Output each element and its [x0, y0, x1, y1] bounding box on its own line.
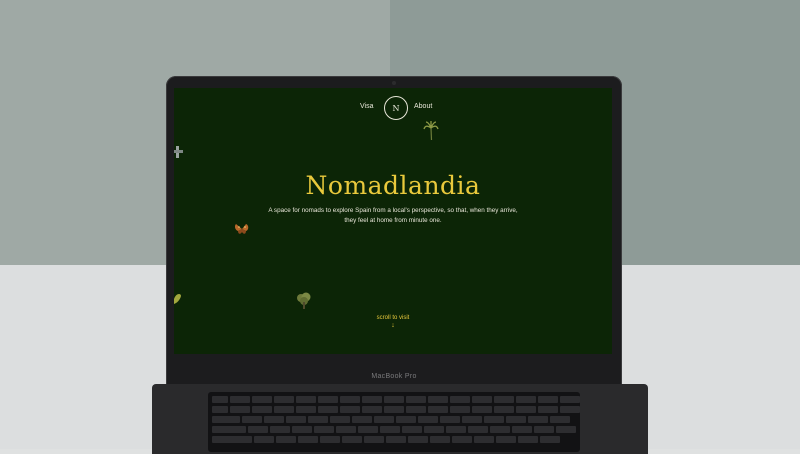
arrow-down-icon[interactable]: ↓ [388, 322, 398, 329]
top-nav: Visa N About [174, 96, 612, 120]
device-brand-label: MacBook Pro [371, 373, 417, 380]
webcam [392, 81, 396, 85]
logo-letter: N [392, 103, 400, 113]
leaf-icon [174, 294, 181, 304]
hero-title: Nomadlandia [305, 171, 481, 200]
nav-link-about[interactable]: About [414, 103, 432, 110]
tree-icon [297, 292, 311, 309]
key-row [212, 416, 570, 423]
laptop-keyboard [208, 392, 580, 452]
key-row [212, 396, 580, 403]
key-row [212, 406, 580, 413]
insect-icon [174, 146, 183, 158]
site-logo[interactable]: N [384, 96, 408, 120]
hero-subtitle: A space for nomads to explore Spain from… [268, 207, 518, 224]
key-row [212, 426, 576, 433]
palm-tree-icon [423, 121, 439, 140]
laptop-screen: Visa N About Nomadlandia A space for nom… [174, 88, 612, 354]
butterfly-icon [234, 224, 249, 234]
key-row [212, 436, 560, 443]
scroll-to-visit-link[interactable]: scroll to visit [174, 315, 612, 321]
nav-link-visa[interactable]: Visa [360, 103, 374, 110]
